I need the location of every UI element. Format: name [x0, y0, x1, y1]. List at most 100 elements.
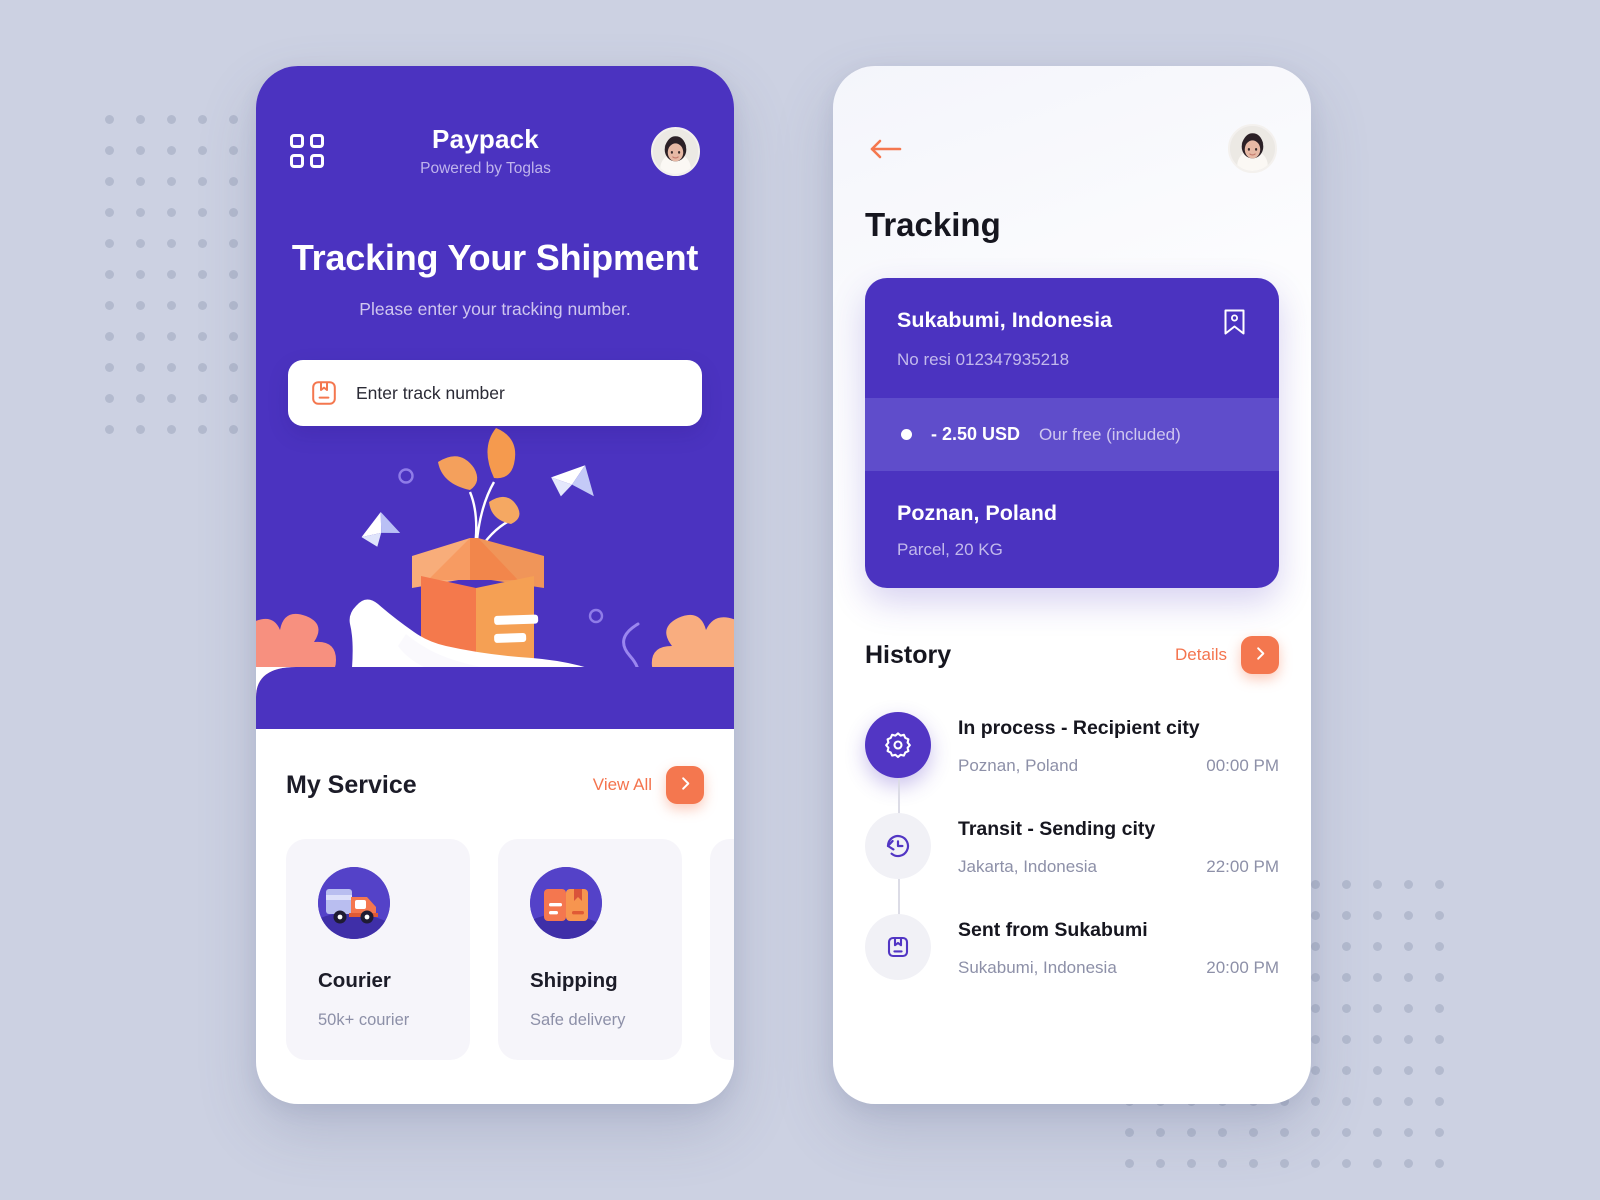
package-icon [310, 379, 338, 407]
decorative-dot [136, 332, 145, 341]
bookmark-button[interactable] [1222, 308, 1247, 336]
hero-heading: Tracking Your Shipment [291, 237, 699, 278]
history-item-title: In process - Recipient city [958, 717, 1200, 739]
origin-city: Sukabumi, Indonesia [897, 308, 1113, 332]
decorative-dot [1156, 1128, 1165, 1137]
hero-subheading: Please enter your tracking number. [359, 299, 631, 319]
avatar[interactable] [651, 126, 700, 176]
service-cards-row: Courier 50k+ courier Shipping Safe deliv… [286, 839, 734, 1060]
hero-bottom-curve [256, 667, 734, 729]
price-note: Our free (included) [1039, 424, 1181, 444]
decorative-dot [229, 301, 238, 310]
brand-block: Paypack Powered by Toglas [420, 124, 551, 178]
decorative-dot [1249, 1128, 1258, 1137]
decorative-dot [1342, 973, 1351, 982]
decorative-dot [1249, 1159, 1258, 1168]
decorative-dot [1311, 942, 1320, 951]
service-card-desc: 50k+ courier [318, 1011, 410, 1029]
back-button[interactable] [867, 136, 905, 162]
decorative-dot [105, 425, 114, 434]
decorative-dot [198, 332, 207, 341]
view-all-label[interactable]: View All [593, 775, 652, 795]
service-card-courier[interactable]: Courier 50k+ courier [286, 839, 470, 1060]
arrow-left-icon [867, 136, 905, 162]
decorative-dot [229, 332, 238, 341]
decorative-dot [1342, 1035, 1351, 1044]
tracking-price-row: - 2.50 USD Our free (included) [865, 398, 1279, 471]
list-item[interactable]: In process - Recipient city Poznan, Pola… [865, 712, 1279, 829]
decorative-dot [1373, 880, 1382, 889]
tracking-top-bar [833, 66, 1311, 173]
service-card-shipping[interactable]: Shipping Safe delivery [498, 839, 682, 1060]
search-input[interactable] [356, 382, 680, 404]
decorative-dot [1373, 1128, 1382, 1137]
decorative-dot [198, 425, 207, 434]
details-button[interactable] [1241, 636, 1279, 674]
my-service-section: My Service View All Courier 50k+ courier… [256, 728, 734, 1060]
decorative-dot [1311, 1004, 1320, 1013]
timeline-marker [865, 712, 931, 829]
history-item-body: Transit - Sending city Jakarta, Indonesi… [958, 813, 1279, 879]
decorative-dot [1404, 1066, 1413, 1075]
details-label[interactable]: Details [1175, 645, 1227, 665]
decorative-dot [1187, 1128, 1196, 1137]
decorative-dot [167, 208, 176, 217]
decorative-dot [167, 239, 176, 248]
tracking-origin-row: Sukabumi, Indonesia No resi 012347935218 [865, 278, 1279, 398]
decorative-dot [1404, 973, 1413, 982]
chevron-right-icon [678, 776, 693, 794]
decorative-dot [1311, 1128, 1320, 1137]
decorative-dot [136, 301, 145, 310]
decorative-dot [198, 208, 207, 217]
decorative-dot [1435, 1004, 1444, 1013]
decorative-dot [136, 270, 145, 279]
decorative-dot [198, 301, 207, 310]
delivery-truck-icon [318, 867, 390, 939]
avatar[interactable] [1228, 124, 1277, 173]
grid-menu-icon[interactable] [290, 134, 324, 168]
decorative-dot [1311, 1035, 1320, 1044]
decorative-dot [1435, 1128, 1444, 1137]
decorative-dot [105, 208, 114, 217]
bookmark-icon [1222, 308, 1247, 336]
decorative-dot [198, 146, 207, 155]
decorative-dot [1125, 1159, 1134, 1168]
decorative-dot [229, 363, 238, 372]
view-all-group[interactable]: View All [593, 766, 704, 804]
decorative-dot [229, 394, 238, 403]
details-group[interactable]: Details [1175, 636, 1279, 674]
decorative-dot [1404, 1097, 1413, 1106]
decorative-dot [1435, 880, 1444, 889]
decorative-dot [198, 239, 207, 248]
decorative-dot [1342, 911, 1351, 920]
decorative-dot [136, 115, 145, 124]
list-item[interactable]: Sent from Sukabumi Sukabumi, Indonesia 2… [865, 914, 1279, 980]
decorative-dot [1156, 1159, 1165, 1168]
service-card-partial[interactable] [710, 839, 734, 1060]
decorative-dot [136, 425, 145, 434]
history-item-time: 00:00 PM [1206, 756, 1279, 775]
decorative-dot [229, 208, 238, 217]
history-clock-icon [865, 813, 931, 879]
decorative-dot [105, 115, 114, 124]
decorative-dot [1373, 973, 1382, 982]
history-item-place: Poznan, Poland [958, 756, 1079, 775]
decorative-dot [136, 177, 145, 186]
parcel-info: Parcel, 20 KG [897, 540, 1003, 559]
decorative-dot [198, 394, 207, 403]
decorative-dot [105, 394, 114, 403]
decorative-dot [1404, 911, 1413, 920]
package-box-icon [530, 867, 602, 939]
decorative-dot [1342, 1097, 1351, 1106]
decorative-dot [1404, 1004, 1413, 1013]
decorative-dot [105, 146, 114, 155]
track-number-search-box[interactable] [288, 360, 702, 426]
decorative-dot [198, 270, 207, 279]
view-all-button[interactable] [666, 766, 704, 804]
tracking-summary-card[interactable]: Sukabumi, Indonesia No resi 012347935218… [865, 278, 1279, 588]
decorative-dot [1311, 1097, 1320, 1106]
decorative-dot [167, 301, 176, 310]
decorative-dot [1311, 1159, 1320, 1168]
list-item[interactable]: Transit - Sending city Jakarta, Indonesi… [865, 813, 1279, 930]
decorative-dot [1218, 1128, 1227, 1137]
